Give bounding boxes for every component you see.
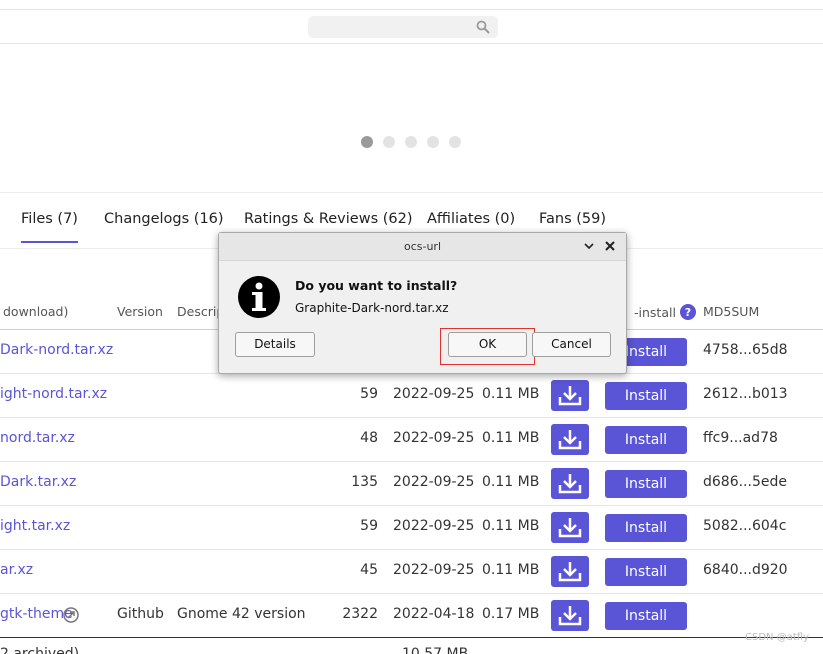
size-cell: 0.11 MB [482,386,540,402]
install-button[interactable]: Install [605,514,687,542]
tab-fans[interactable]: Fans (59) [539,211,606,227]
download-button[interactable] [551,600,589,631]
dialog-question: Do you want to install? [295,278,458,293]
install-dialog: ocs-url Do you want to install? Graphite… [218,232,627,374]
description-cell: Gnome 42 version [177,606,306,622]
search-icon [476,20,490,34]
downloads-cell: 48 [360,430,378,446]
dialog-title: ocs-url [219,233,626,261]
table-row: ar.xz 45 2022-09-25 0.11 MB Install 6840...d9… [0,550,823,594]
table-row: ight.tar.xz 59 2022-09-25 0.11 MB Install 508… [0,506,823,550]
carousel-dot[interactable] [383,136,395,148]
minimize-icon[interactable] [582,239,596,253]
download-button[interactable] [551,380,589,411]
footer-total-size: 10.57 MB [402,646,469,654]
size-cell: 0.11 MB [482,430,540,446]
downloads-cell: 59 [360,518,378,534]
size-cell: 0.11 MB [482,562,540,578]
date-cell: 2022-09-25 [393,430,475,446]
table-row: Dark.tar.xz 135 2022-09-25 0.11 MB Install d6… [0,462,823,506]
tab-files[interactable]: Files (7) [21,211,78,243]
md5-cell: 6840...d920 [703,562,788,578]
header-version: Version [117,304,163,319]
downloads-cell: 2322 [342,606,378,622]
header-ocs-install: -install ? [634,304,696,320]
file-link[interactable]: ar.xz [0,562,33,578]
download-icon [558,386,582,406]
external-link-icon[interactable] [63,607,79,623]
date-cell: 2022-09-25 [393,562,475,578]
top-bar [0,9,823,44]
footer-archived: 2 archived) [0,646,80,654]
download-button[interactable] [551,468,589,499]
md5-cell: 4758...65d8 [703,342,788,358]
carousel-dot[interactable] [405,136,417,148]
svg-text:?: ? [685,306,691,319]
tab-ratings-reviews[interactable]: Ratings & Reviews (62) [244,211,413,227]
download-button[interactable] [551,424,589,455]
table-row: nord.tar.xz 48 2022-09-25 0.11 MB Install ffc… [0,418,823,462]
search-input[interactable] [308,16,498,38]
install-button[interactable]: Install [605,470,687,498]
info-icon [238,276,280,318]
install-button[interactable]: Install [605,382,687,410]
dialog-filename: Graphite-Dark-nord.tar.xz [295,301,449,315]
help-icon[interactable]: ? [679,304,696,320]
date-cell: 2022-09-25 [393,518,475,534]
download-button[interactable] [551,556,589,587]
file-link[interactable]: ight.tar.xz [0,518,70,534]
details-button[interactable]: Details [235,332,315,357]
table-bottom-border [0,637,823,638]
cancel-button[interactable]: Cancel [532,332,611,357]
date-cell: 2022-09-25 [393,386,475,402]
file-link[interactable]: Dark.tar.xz [0,474,76,490]
version-cell: Github [117,606,164,622]
carousel-dot[interactable] [361,136,373,148]
downloads-cell: 135 [351,474,378,490]
download-button[interactable] [551,512,589,543]
downloads-cell: 45 [360,562,378,578]
md5-cell: d686...5ede [703,474,787,490]
watermark: CSDN @atfly [745,632,809,643]
install-button[interactable]: Install [605,602,687,630]
file-link[interactable]: ight-nord.tar.xz [0,386,107,402]
ok-button[interactable]: OK [448,332,527,357]
header-ocs-install-label: -install [634,305,676,320]
carousel-dot[interactable] [427,136,439,148]
close-icon[interactable] [603,239,617,253]
carousel-dot[interactable] [449,136,461,148]
file-link[interactable]: gtk-theme [0,606,73,622]
date-cell: 2022-04-18 [393,606,475,622]
md5-cell: ffc9...ad78 [703,430,778,446]
download-icon [558,518,582,538]
tab-affiliates[interactable]: Affiliates (0) [427,211,515,227]
header-md5sum: MD5SUM [703,304,760,319]
tab-changelogs[interactable]: Changelogs (16) [104,211,224,227]
install-button[interactable]: Install [605,558,687,586]
md5-cell: 2612...b013 [703,386,788,402]
carousel-dots [361,136,461,148]
download-icon [558,606,582,626]
install-button[interactable]: Install [605,426,687,454]
download-icon [558,562,582,582]
file-link[interactable]: nord.tar.xz [0,430,75,446]
table-row: ight-nord.tar.xz 59 2022-09-25 0.11 MB Insta… [0,374,823,418]
date-cell: 2022-09-25 [393,474,475,490]
download-icon [558,430,582,450]
file-link[interactable]: Dark-nord.tar.xz [0,342,113,358]
table-row: gtk-theme Github Gnome 42 version 2322 2022-… [0,594,823,638]
header-file: download) [3,304,69,319]
downloads-cell: 59 [360,386,378,402]
size-cell: 0.11 MB [482,518,540,534]
size-cell: 0.17 MB [482,606,540,622]
download-icon [558,474,582,494]
size-cell: 0.11 MB [482,474,540,490]
md5-cell: 5082...604c [703,518,787,534]
